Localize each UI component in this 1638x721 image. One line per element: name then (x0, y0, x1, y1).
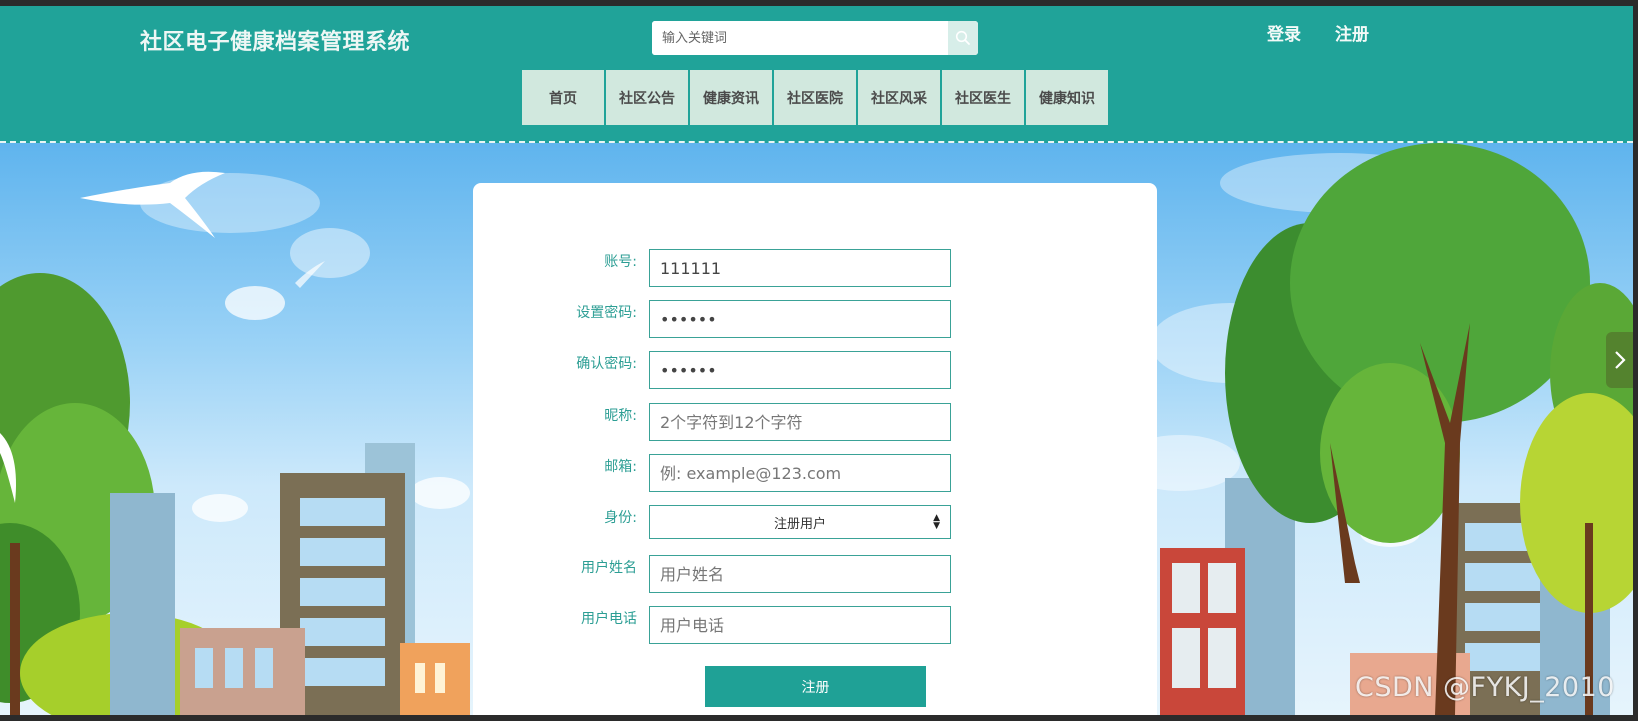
nav-item-hospital[interactable]: 社区医院 (774, 70, 856, 125)
search-input[interactable] (652, 21, 944, 55)
email-row: 邮箱: (473, 454, 1157, 494)
register-link[interactable]: 注册 (1335, 20, 1369, 45)
site-header: 社区电子健康档案管理系统 登录 注册 首页 社区公告 健康资讯 社区医院 社区风… (0, 6, 1633, 143)
account-input[interactable] (649, 249, 951, 287)
login-link[interactable]: 登录 (1267, 20, 1301, 45)
nav-item-community-style[interactable]: 社区风采 (858, 70, 940, 125)
email-label: 邮箱: (604, 459, 637, 475)
real-name-input[interactable] (649, 555, 951, 593)
password-row: 设置密码: (473, 300, 1157, 340)
search-box (652, 21, 978, 55)
role-label: 身份: (604, 510, 637, 526)
chevron-right-icon (1614, 351, 1626, 369)
select-updown-icon: ▲ ▼ (933, 513, 940, 531)
account-label: 账号: (604, 254, 637, 270)
site-title: 社区电子健康档案管理系统 (140, 30, 411, 55)
real-name-label: 用户姓名 (581, 560, 637, 576)
phone-label: 用户电话 (581, 611, 637, 627)
confirm-password-input[interactable] (649, 351, 951, 389)
role-selected-value: 注册用户 (773, 516, 826, 532)
role-row: 身份: 注册用户 ▲ ▼ (473, 505, 1157, 545)
nav-item-announcements[interactable]: 社区公告 (606, 70, 688, 125)
nav-item-doctors[interactable]: 社区医生 (942, 70, 1024, 125)
nav-item-home[interactable]: 首页 (522, 70, 604, 125)
watermark-text: CSDN @FYKJ_2010 (1355, 672, 1615, 703)
search-icon (955, 30, 970, 45)
phone-row: 用户电话 (473, 606, 1157, 646)
nav-item-health-news[interactable]: 健康资讯 (690, 70, 772, 125)
account-row: 账号: (473, 249, 1157, 289)
register-form-card: 账号: 设置密码: 确认密码: 昵称: 邮箱: 身份: 注册用户 ▲▼ 用户姓 (473, 183, 1157, 715)
background-scene: 账号: 设置密码: 确认密码: 昵称: 邮箱: 身份: 注册用户 ▲▼ 用户姓 (0, 143, 1633, 715)
nickname-input[interactable] (649, 403, 951, 441)
carousel-next-button[interactable] (1606, 332, 1633, 388)
main-nav: 首页 社区公告 健康资讯 社区医院 社区风采 社区医生 健康知识 (522, 70, 1110, 125)
confirm-password-row: 确认密码: (473, 351, 1157, 391)
confirm-password-label: 确认密码: (576, 356, 637, 372)
phone-input[interactable] (649, 606, 951, 644)
real-name-row: 用户姓名 (473, 555, 1157, 595)
nickname-row: 昵称: (473, 403, 1157, 443)
password-input[interactable] (649, 300, 951, 338)
window-bottom-edge (0, 715, 1638, 721)
password-label: 设置密码: (576, 305, 637, 321)
role-select[interactable]: 注册用户 ▲ ▼ (649, 505, 951, 539)
window-right-edge (1633, 0, 1638, 721)
search-button[interactable] (948, 21, 978, 55)
email-input[interactable] (649, 454, 951, 492)
nickname-label: 昵称: (604, 408, 637, 424)
nav-item-health-knowledge[interactable]: 健康知识 (1026, 70, 1108, 125)
register-submit-button[interactable]: 注册 (705, 666, 926, 707)
